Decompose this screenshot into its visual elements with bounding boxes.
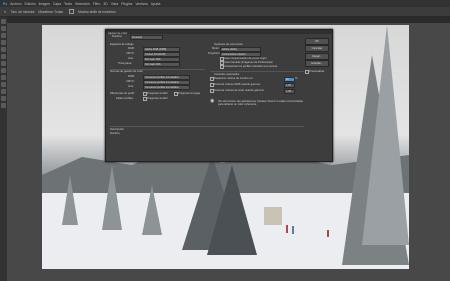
show-ring-label: Mostrar anillo de muestreo xyxy=(78,9,116,14)
menu-filtro[interactable]: Filtro xyxy=(93,2,101,6)
menu-edicion[interactable]: Edición xyxy=(24,2,35,6)
desat-unit: % xyxy=(295,77,298,80)
options-bar: ✎ Tam. de muestra Muestrear: Todas Mostr… xyxy=(0,7,450,17)
divider xyxy=(110,126,304,127)
menu-seleccion[interactable]: Selección xyxy=(75,2,90,6)
sample-size-select[interactable]: Tam. de muestra xyxy=(11,10,35,14)
eyedropper-tool-icon[interactable] xyxy=(1,47,6,52)
move-tool-icon[interactable] xyxy=(1,19,6,24)
menu-3d[interactable]: 3D xyxy=(103,2,107,6)
bpc-label: Usar compensación de punto negro xyxy=(224,57,267,60)
info-icon: ◉ xyxy=(210,98,215,104)
menu-vista[interactable]: Vista xyxy=(111,2,118,6)
policy-gris-label: Gris: xyxy=(128,85,134,88)
desat-label: Desaturar colores de monitor en: xyxy=(214,77,254,80)
policy-cmyk-label: CMYK: xyxy=(126,80,135,83)
desat-input[interactable]: 20 xyxy=(284,77,295,83)
hand-tool-icon[interactable] xyxy=(1,96,6,101)
description-heading: Descripción xyxy=(110,128,125,131)
load-button[interactable]: Cargar... xyxy=(305,53,329,60)
menu-texto[interactable]: Texto xyxy=(64,2,72,6)
scene-label: Compensar los perfiles referidos a la es… xyxy=(224,65,278,68)
show-ring-checkbox[interactable] xyxy=(69,9,74,14)
menu-imagen[interactable]: Imagen xyxy=(39,2,50,6)
color-settings-dialog: Ajustar de color Nombre: Personal Espaci… xyxy=(105,29,333,162)
save-button[interactable]: Guardar... xyxy=(305,60,329,67)
menu-archivo[interactable]: Archivo xyxy=(10,2,21,6)
cmyk-label: CMYK: xyxy=(126,52,135,55)
text-gamma-input[interactable]: 1,45 xyxy=(284,89,295,95)
lasso-tool-icon[interactable] xyxy=(1,33,6,38)
tools-panel xyxy=(0,17,7,281)
sample-layers-select[interactable]: Muestrear: Todas xyxy=(38,10,63,14)
work-spaces-heading: Espacios de trabajo xyxy=(110,43,134,46)
dialog-titlebar: Ajustar de color xyxy=(106,30,332,35)
policy-rgb-label: RGB: xyxy=(128,75,135,78)
conversion-heading: Opciones de conversión xyxy=(214,43,243,46)
missing-ask-label: Preguntar al abrir xyxy=(147,97,168,100)
ask-paste-label: Preguntar al pegar xyxy=(178,92,201,95)
eraser-tool-icon[interactable] xyxy=(1,68,6,73)
type-tool-icon[interactable] xyxy=(1,89,6,94)
gris-label: Gris: xyxy=(128,57,134,60)
cancel-button[interactable]: Cancelar xyxy=(305,45,329,52)
gradient-tool-icon[interactable] xyxy=(1,75,6,80)
crop-tool-icon[interactable] xyxy=(1,40,6,45)
ask-open-label: Preguntar al abrir xyxy=(147,92,168,95)
menu-capa[interactable]: Capa xyxy=(53,2,61,6)
policy-gris-select[interactable]: Conservar perfiles incrustados xyxy=(143,85,190,91)
blend-input[interactable]: 1,00 xyxy=(284,83,295,89)
sync-note: Sin sincronizar: las aplicaciones Creati… xyxy=(218,100,303,106)
menu-ayuda[interactable]: Ayuda xyxy=(151,2,161,6)
tinta-select[interactable]: Dot Gain 20% xyxy=(143,62,180,68)
pen-tool-icon[interactable] xyxy=(1,82,6,87)
menu-plugins[interactable]: Plugins xyxy=(121,2,132,6)
zoom-tool-icon[interactable] xyxy=(1,103,6,108)
preview-label: Previsualizar xyxy=(309,70,325,73)
tinta-label: Tinta plana: xyxy=(118,62,132,65)
brush-tool-icon[interactable] xyxy=(1,54,6,59)
marquee-tool-icon[interactable] xyxy=(1,26,6,31)
nombre-label: Nombre: xyxy=(112,35,123,38)
text-gamma-label: Fusionar colores de texto usando gamma: xyxy=(214,89,265,92)
description-text: Nombre: xyxy=(110,132,121,135)
blend-label: Fusionar colores RGB usando gamma: xyxy=(214,83,261,86)
motor-label: Motor: xyxy=(212,47,220,50)
intent-label: Propósito: xyxy=(208,52,221,55)
dialog-title: Ajustar de color xyxy=(108,30,128,35)
ok-button[interactable]: OK xyxy=(305,38,329,45)
rgb-label: RGB: xyxy=(128,47,135,50)
advanced-heading: Controles avanzados xyxy=(214,73,240,76)
stamp-tool-icon[interactable] xyxy=(1,61,6,66)
mismatch-label: Diferencias de perfil: xyxy=(110,92,135,95)
policies-heading: Normas de gestión de color xyxy=(110,70,143,73)
menu-bar: Ps Archivo Edición Imagen Capa Texto Sel… xyxy=(0,0,450,7)
eyedropper-icon[interactable]: ✎ xyxy=(4,10,7,14)
dither-label: Usar tramado (imágenes de 8 bits/canal) xyxy=(224,61,273,64)
menu-ventana[interactable]: Ventana xyxy=(135,2,147,6)
nombre-input[interactable]: Personal xyxy=(130,35,163,41)
missing-label: Faltan perfiles: xyxy=(116,97,134,100)
ps-logo[interactable]: Ps xyxy=(3,2,7,6)
divider xyxy=(210,71,304,72)
